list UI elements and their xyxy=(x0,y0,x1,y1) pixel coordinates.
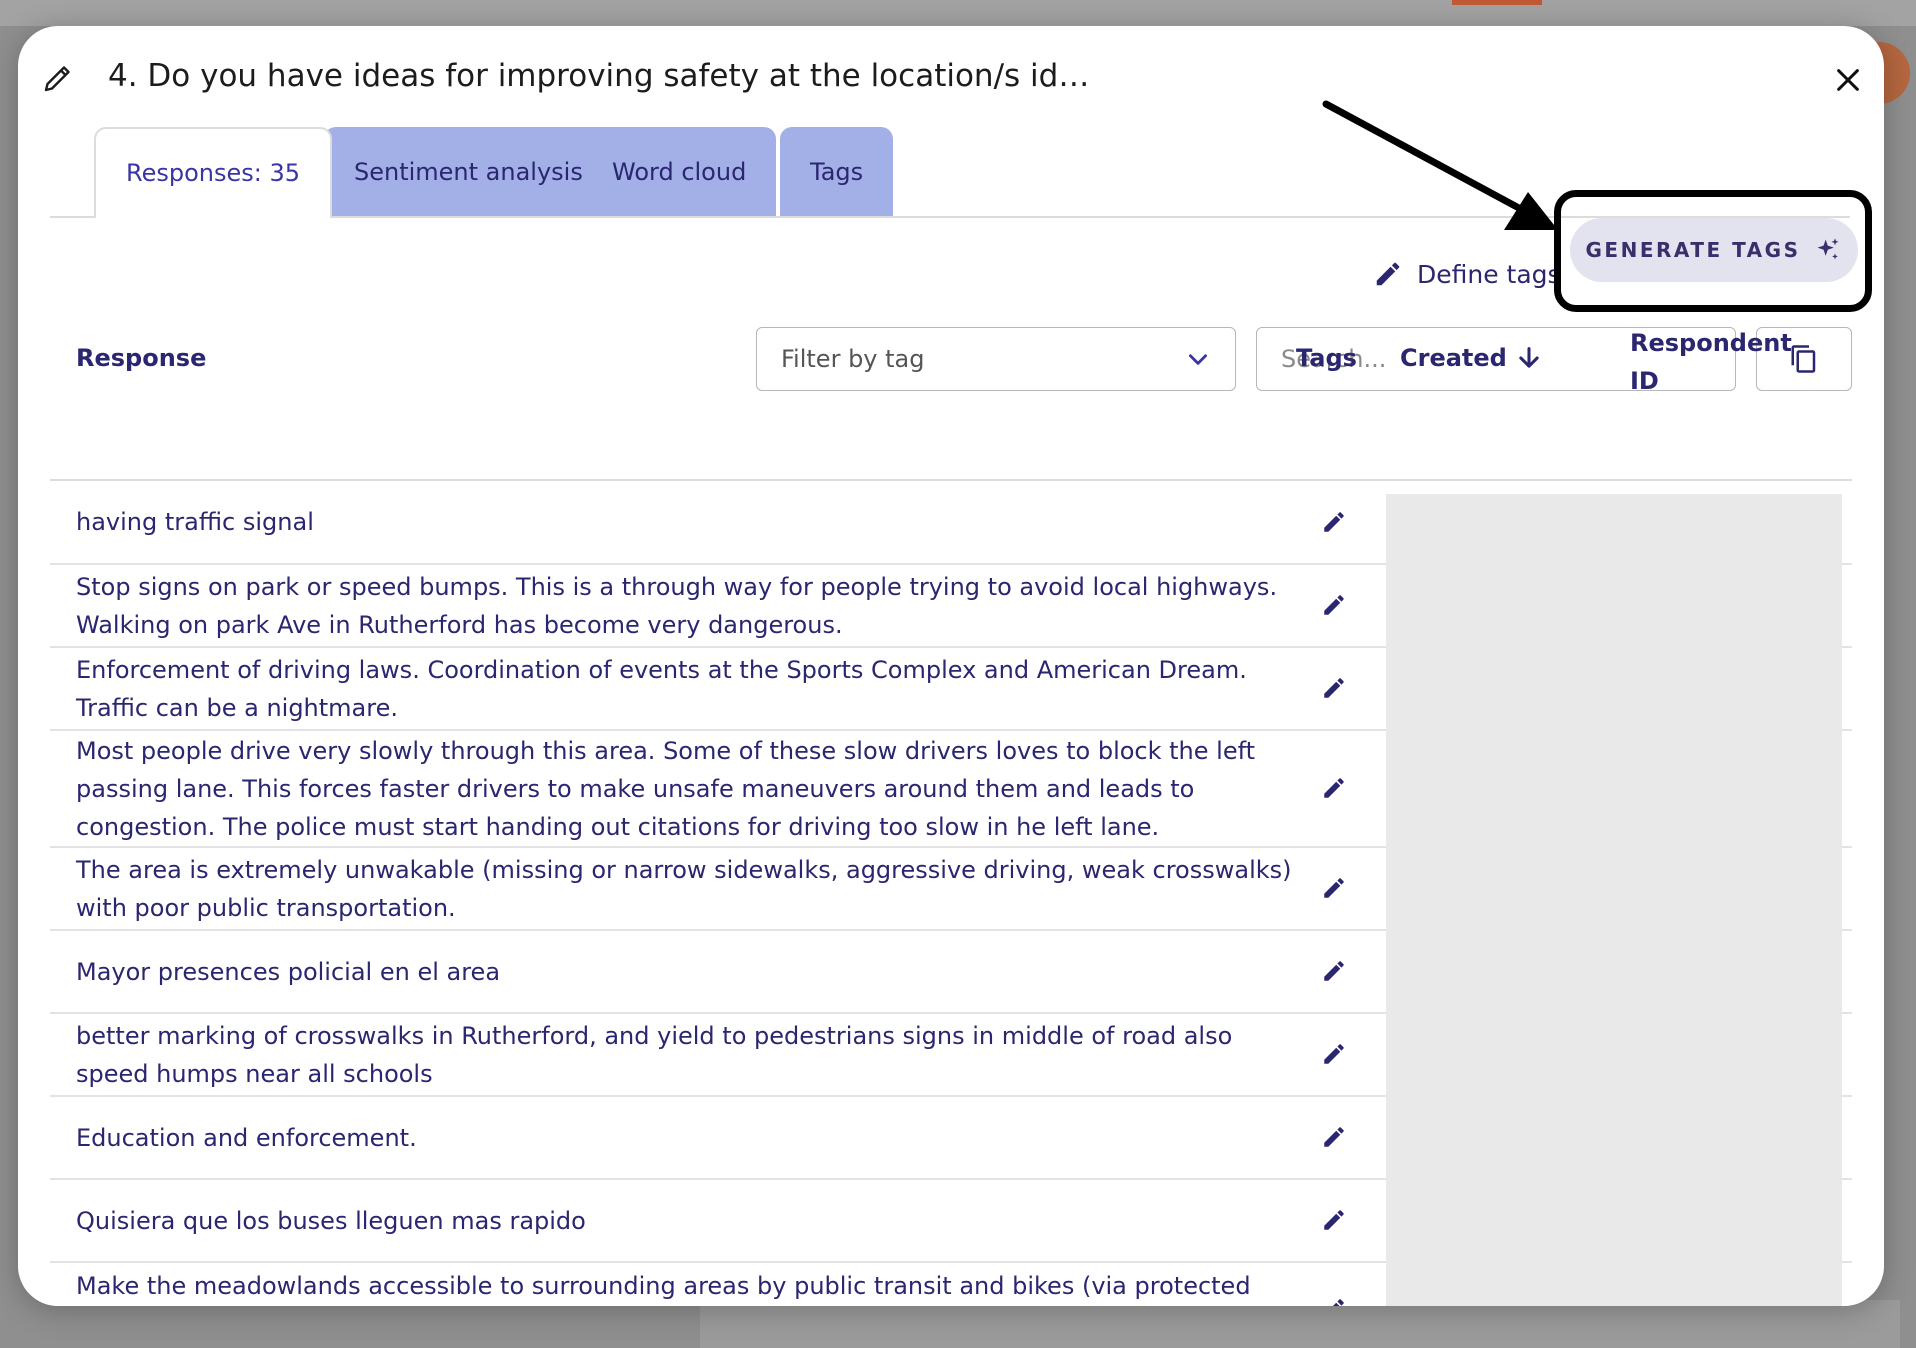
response-text: Stop signs on park or speed bumps. This … xyxy=(76,572,1278,639)
pencil-icon xyxy=(1324,961,1344,981)
pencil-icon xyxy=(1324,1210,1344,1230)
edit-tags-button[interactable] xyxy=(1314,668,1354,708)
edit-tags-button[interactable] xyxy=(1314,502,1354,542)
tab-tags[interactable]: Tags xyxy=(780,127,894,217)
pencil-icon xyxy=(1324,595,1344,615)
response-text: The area is extremely unwakable (missing… xyxy=(76,855,1292,922)
pencil-icon xyxy=(1324,678,1344,698)
response-text: Most people drive very slowly through th… xyxy=(76,736,1256,841)
edit-tags-button[interactable] xyxy=(1314,768,1354,808)
pencil-icon xyxy=(1324,1127,1344,1147)
edit-tags-button[interactable] xyxy=(1314,585,1354,625)
close-icon xyxy=(1837,69,1859,91)
response-text: Quisiera que los buses lleguen mas rapid… xyxy=(76,1206,586,1235)
column-header-response[interactable]: Response xyxy=(76,344,206,372)
edit-tags-button[interactable] xyxy=(1314,1289,1354,1306)
edit-tags-button[interactable] xyxy=(1314,1200,1354,1240)
annotation-arrow xyxy=(1322,100,1558,230)
background-chart-area xyxy=(700,1300,1900,1348)
pencil-icon xyxy=(1332,1299,1344,1306)
column-header-created[interactable]: Created xyxy=(1400,344,1543,372)
generate-tags-label: GENERATE TAGS xyxy=(1585,238,1801,262)
background-app-header xyxy=(0,0,1916,26)
pencil-icon xyxy=(1324,512,1344,532)
filter-by-tag-placeholder: Filter by tag xyxy=(781,345,925,373)
pencil-icon xyxy=(1324,778,1344,798)
tab-label: Sentiment analysis xyxy=(354,158,583,186)
arrow-down-icon xyxy=(1519,347,1539,368)
response-text: having traffic signal xyxy=(76,508,314,536)
edit-tags-button[interactable] xyxy=(1314,1034,1354,1074)
response-text: Enforcement of driving laws. Coordinatio… xyxy=(76,655,1247,722)
responses-modal: 4. Do you have ideas for improving safet… xyxy=(18,26,1884,1306)
edit-tags-button[interactable] xyxy=(1314,1117,1354,1157)
edit-tags-button[interactable] xyxy=(1314,951,1354,991)
pencil-icon xyxy=(1376,262,1400,286)
tab-word-cloud[interactable]: Word cloud xyxy=(582,127,777,217)
generate-tags-button[interactable]: GENERATE TAGS xyxy=(1570,218,1858,282)
tab-label: Tags xyxy=(810,158,864,186)
column-header-respondent-id[interactable]: Respondent ID xyxy=(1630,324,1810,400)
background-tab-indicator xyxy=(1452,0,1542,5)
modal-title: 4. Do you have ideas for improving safet… xyxy=(108,58,1090,94)
pencil-outline-icon[interactable] xyxy=(40,60,76,96)
pencil-icon xyxy=(1324,1044,1344,1064)
column-header-tags[interactable]: Tags xyxy=(1296,344,1357,372)
tab-label: Word cloud xyxy=(612,158,747,186)
response-text: Make the meadowlands accessible to surro… xyxy=(76,1272,1251,1300)
define-tags-button[interactable]: Define tags xyxy=(1373,248,1561,300)
tab-responses[interactable]: Responses: 35 xyxy=(94,127,333,219)
close-button[interactable] xyxy=(1828,60,1868,100)
response-text: better marking of crosswalks in Rutherfo… xyxy=(76,1021,1233,1088)
column-header-created-label: Created xyxy=(1400,344,1507,372)
sparkle-icon xyxy=(1817,238,1839,260)
edit-tags-button[interactable] xyxy=(1314,868,1354,908)
response-text: Education and enforcement. xyxy=(76,1123,417,1152)
redacted-area xyxy=(1386,494,1842,1306)
response-text: Mayor presences policial en el area xyxy=(76,957,501,986)
define-tags-label: Define tags xyxy=(1417,259,1561,289)
filter-by-tag-select[interactable]: Filter by tag xyxy=(756,327,1236,391)
chevron-down-icon xyxy=(1189,354,1207,365)
pencil-icon xyxy=(1324,878,1344,898)
tab-sentiment-analysis[interactable]: Sentiment analysis xyxy=(324,127,613,217)
tab-label: Responses: 35 xyxy=(126,159,301,187)
